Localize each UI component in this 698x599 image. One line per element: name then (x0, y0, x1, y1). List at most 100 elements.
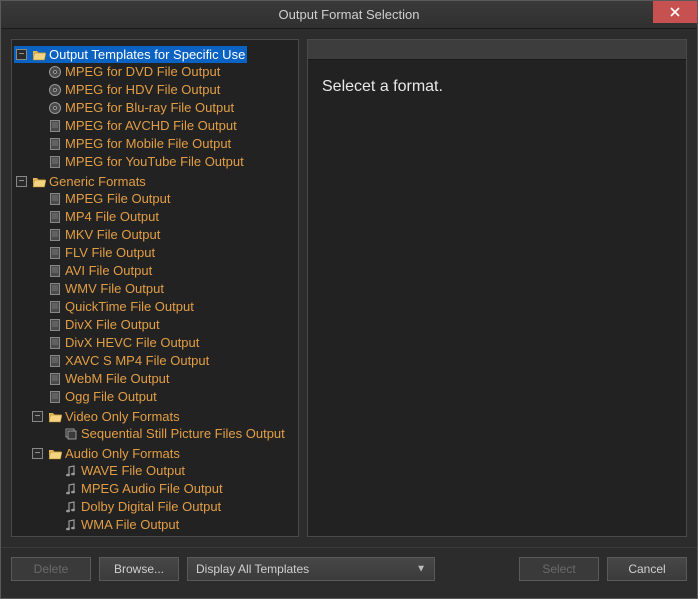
tree-item-label: WMV File Output (65, 280, 164, 297)
content-area: −Output Templates for Specific UseMPEG f… (1, 29, 697, 547)
stack-icon (64, 427, 78, 441)
note-icon (64, 464, 78, 478)
file-icon (48, 318, 62, 332)
tree-item-wave-file-output[interactable]: WAVE File Output (46, 462, 187, 479)
tree-item-mkv-file-output[interactable]: MKV File Output (30, 226, 162, 243)
note-icon (64, 536, 78, 538)
tree-toggle[interactable]: − (16, 49, 27, 60)
dropdown-label: Display All Templates (196, 562, 309, 576)
tree-item-label: MPEG for YouTube File Output (65, 153, 244, 170)
tree-item-video-only-formats[interactable]: − Video Only Formats (30, 408, 182, 425)
folder-icon (48, 447, 62, 461)
tree-item-label: MPEG for Blu-ray File Output (65, 99, 234, 116)
folder-icon (32, 48, 46, 62)
close-button[interactable] (653, 1, 697, 23)
tree-item-mpeg-for-avchd-file-output[interactable]: MPEG for AVCHD File Output (30, 117, 239, 134)
file-icon (48, 372, 62, 386)
note-icon (64, 500, 78, 514)
delete-button[interactable]: Delete (11, 557, 91, 581)
tree-item-label: FLV File Output (65, 244, 155, 261)
tree-item-audio-only-formats[interactable]: − Audio Only Formats (30, 445, 182, 462)
tree-item-label: Audio Only Formats (65, 445, 180, 462)
tree-item-output-templates-for-specific-use[interactable]: − Output Templates for Specific Use (14, 46, 247, 63)
tree-item-mpeg-for-dvd-file-output[interactable]: MPEG for DVD File Output (30, 63, 222, 80)
file-icon (48, 264, 62, 278)
tree-item-aiff-file-output[interactable]: AIFF File Output (46, 534, 178, 537)
tree-item-wmv-file-output[interactable]: WMV File Output (30, 280, 166, 297)
tree-item-ogg-file-output[interactable]: Ogg File Output (30, 388, 159, 405)
select-button[interactable]: Select (519, 557, 599, 581)
file-icon (48, 155, 62, 169)
tree-item-label: MPEG Audio File Output (81, 480, 223, 497)
note-icon (64, 518, 78, 532)
tree-item-wma-file-output[interactable]: WMA File Output (46, 516, 181, 533)
tree-item-label: DivX File Output (65, 316, 160, 333)
tree-item-sequential-still-picture-files-output[interactable]: Sequential Still Picture Files Output (46, 425, 287, 442)
bottom-bar: Delete Browse... Display All Templates ▼… (1, 547, 697, 589)
tree-item-label: MPEG for HDV File Output (65, 81, 220, 98)
detail-header (308, 40, 686, 60)
file-icon (48, 300, 62, 314)
tree-item-webm-file-output[interactable]: WebM File Output (30, 370, 172, 387)
template-filter-dropdown[interactable]: Display All Templates ▼ (187, 557, 435, 581)
file-icon (48, 137, 62, 151)
file-icon (48, 228, 62, 242)
file-icon (48, 336, 62, 350)
tree-item-label: MP4 File Output (65, 208, 159, 225)
tree-item-label: WMA File Output (81, 516, 179, 533)
file-icon (48, 390, 62, 404)
tree-item-mpeg-for-youtube-file-output[interactable]: MPEG for YouTube File Output (30, 153, 246, 170)
tree-item-label: WebM File Output (65, 370, 170, 387)
file-icon (48, 354, 62, 368)
folder-icon (48, 410, 62, 424)
tree-panel[interactable]: −Output Templates for Specific UseMPEG f… (11, 39, 299, 537)
tree-toggle[interactable]: − (32, 411, 43, 422)
file-icon (48, 210, 62, 224)
disc-icon (48, 83, 62, 97)
tree-item-label: XAVC S MP4 File Output (65, 352, 209, 369)
chevron-down-icon: ▼ (416, 563, 426, 574)
close-icon (670, 7, 680, 17)
file-icon (48, 119, 62, 133)
file-icon (48, 192, 62, 206)
tree-item-dolby-digital-file-output[interactable]: Dolby Digital File Output (46, 498, 223, 515)
tree-item-flv-file-output[interactable]: FLV File Output (30, 244, 157, 261)
tree-toggle[interactable]: − (16, 176, 27, 187)
tree-item-label: AIFF File Output (81, 534, 176, 537)
tree-item-mpeg-audio-file-output[interactable]: MPEG Audio File Output (46, 480, 225, 497)
tree-item-label: Output Templates for Specific Use (49, 46, 245, 63)
tree-item-mpeg-file-output[interactable]: MPEG File Output (30, 190, 172, 207)
tree-item-label: QuickTime File Output (65, 298, 194, 315)
tree-item-quicktime-file-output[interactable]: QuickTime File Output (30, 298, 196, 315)
tree-item-mp4-file-output[interactable]: MP4 File Output (30, 208, 161, 225)
tree-toggle[interactable]: − (32, 448, 43, 459)
tree-item-label: MPEG File Output (65, 190, 170, 207)
tree-item-avi-file-output[interactable]: AVI File Output (30, 262, 154, 279)
tree-item-label: MPEG for DVD File Output (65, 63, 220, 80)
tree-item-label: Generic Formats (49, 173, 146, 190)
tree-item-label: Dolby Digital File Output (81, 498, 221, 515)
titlebar: Output Format Selection (1, 1, 697, 29)
detail-message: Selecet a format. (308, 60, 686, 114)
disc-icon (48, 65, 62, 79)
tree-item-mpeg-for-blu-ray-file-output[interactable]: MPEG for Blu-ray File Output (30, 99, 236, 116)
tree-item-divx-file-output[interactable]: DivX File Output (30, 316, 162, 333)
note-icon (64, 482, 78, 496)
file-icon (48, 282, 62, 296)
tree-item-label: MPEG for Mobile File Output (65, 135, 231, 152)
tree-item-label: Sequential Still Picture Files Output (81, 425, 285, 442)
file-icon (48, 246, 62, 260)
tree-item-label: MKV File Output (65, 226, 160, 243)
tree-item-mpeg-for-mobile-file-output[interactable]: MPEG for Mobile File Output (30, 135, 233, 152)
template-tree: −Output Templates for Specific UseMPEG f… (14, 44, 296, 537)
folder-icon (32, 175, 46, 189)
tree-item-label: MPEG for AVCHD File Output (65, 117, 237, 134)
cancel-button[interactable]: Cancel (607, 557, 687, 581)
tree-item-label: DivX HEVC File Output (65, 334, 199, 351)
tree-item-generic-formats[interactable]: − Generic Formats (14, 173, 148, 190)
browse-button[interactable]: Browse... (99, 557, 179, 581)
tree-item-mpeg-for-hdv-file-output[interactable]: MPEG for HDV File Output (30, 81, 222, 98)
tree-item-label: Video Only Formats (65, 408, 180, 425)
tree-item-xavc-s-mp4-file-output[interactable]: XAVC S MP4 File Output (30, 352, 211, 369)
tree-item-divx-hevc-file-output[interactable]: DivX HEVC File Output (30, 334, 201, 351)
